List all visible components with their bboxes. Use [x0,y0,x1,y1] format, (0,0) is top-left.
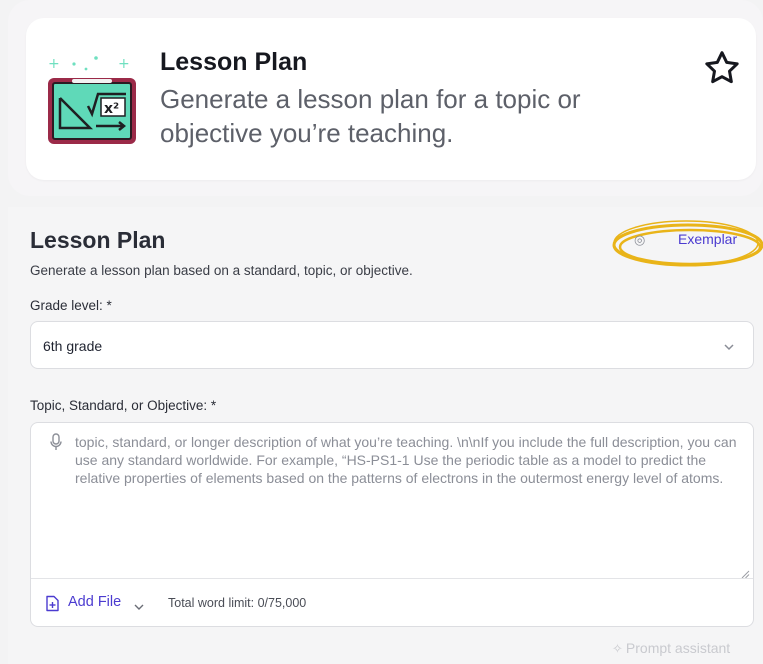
math-chalkboard-icon: + + x² [44,48,140,148]
microphone-icon[interactable] [49,433,63,456]
add-file-button[interactable]: Add File [68,594,121,610]
svg-text:+: + [118,56,130,72]
divider [31,578,753,579]
grade-level-value: 6th grade [43,338,103,354]
exemplar-icon: ◎ [634,232,646,247]
topic-textarea[interactable]: topic, standard, or longer description o… [30,422,754,627]
topic-label: Topic, Standard, or Objective: * [30,398,217,413]
grade-level-label: Grade level: * [30,298,112,313]
prompt-assistant-label: Prompt assistant [625,640,731,656]
tool-description: Generate a lesson plan for a topic or ob… [160,84,581,148]
exemplar-area: ◎ Exemplar [610,218,763,272]
topic-placeholder: topic, standard, or longer description o… [75,434,737,486]
sparkle-icon: ✧ [612,641,623,656]
tool-title: Lesson Plan [160,48,308,76]
exemplar-link[interactable]: Exemplar [678,231,737,247]
form-title: Lesson Plan [30,227,166,253]
tool-card: + + x² Lesson Plan Generate a lesson pla… [26,18,756,180]
prompt-assistant-button[interactable]: ✧ Prompt assistant [612,640,730,657]
chevron-down-icon [723,340,735,358]
chevron-down-icon[interactable] [133,599,145,617]
svg-text:x²: x² [104,101,119,117]
word-limit-text: Total word limit: 0/75,000 [168,596,307,610]
resize-handle-icon[interactable] [741,566,750,584]
star-outline-icon[interactable] [702,48,742,88]
svg-text:+: + [48,56,60,72]
grade-level-select[interactable]: 6th grade [30,321,754,369]
file-plus-icon[interactable] [45,595,60,617]
form-subtitle: Generate a lesson plan based on a standa… [30,263,413,278]
